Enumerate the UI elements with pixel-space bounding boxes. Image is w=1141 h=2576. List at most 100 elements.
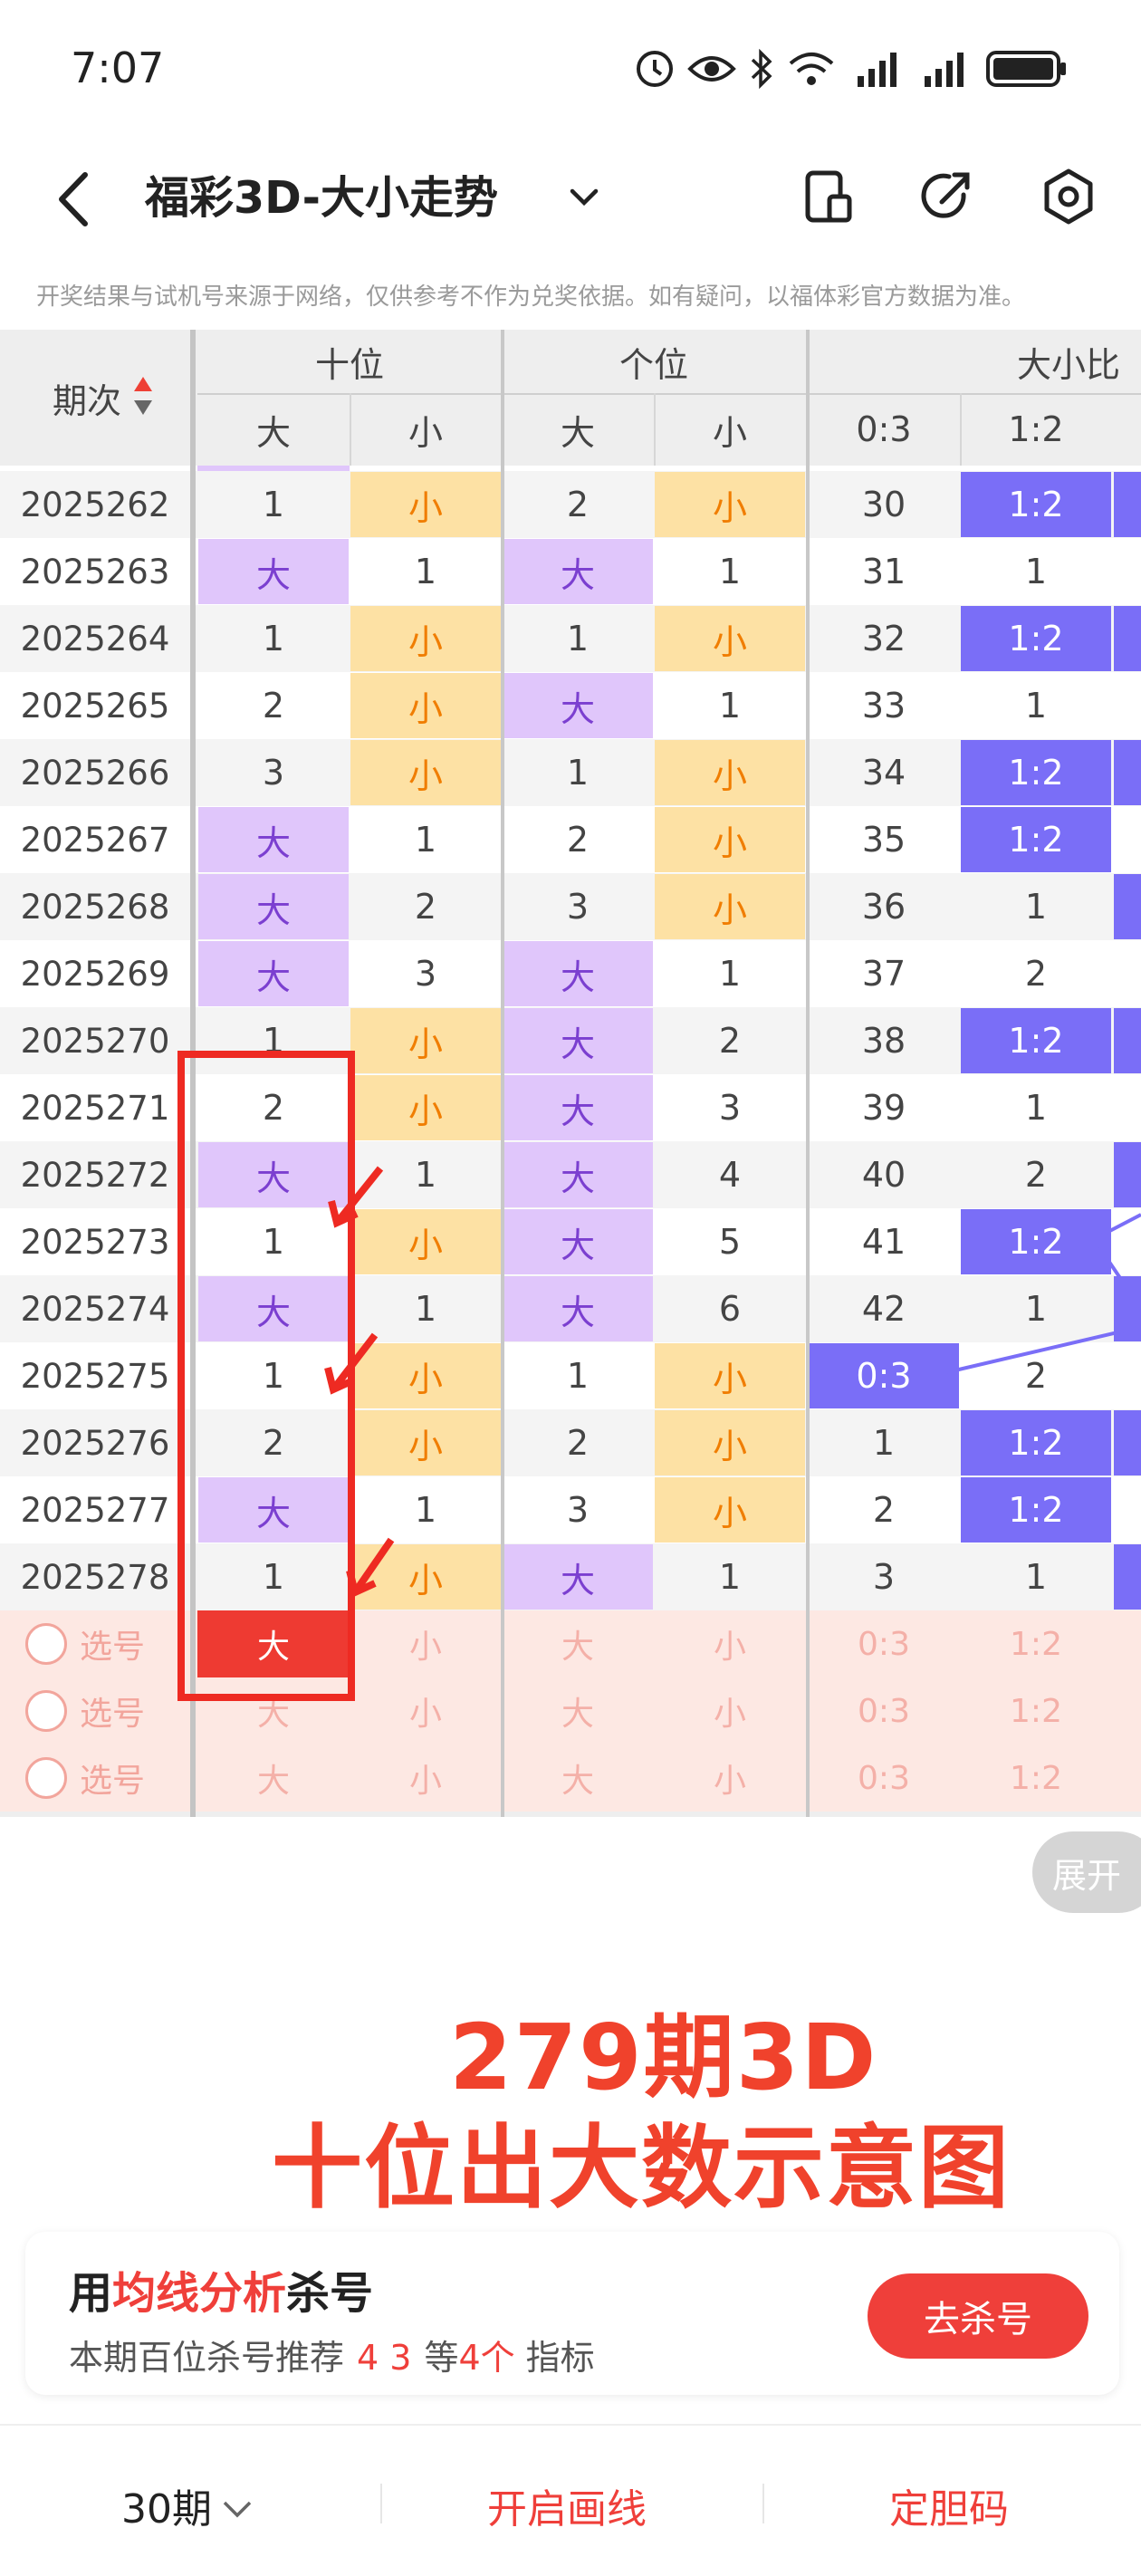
table-cell: 大	[198, 1276, 349, 1341]
column-header[interactable]: 1:2	[960, 393, 1112, 466]
share-icon[interactable]	[911, 160, 983, 233]
pick-cell[interactable]: 小	[350, 1677, 502, 1745]
table-cell: 1:2	[961, 606, 1111, 671]
cell-truncated	[1114, 1209, 1141, 1274]
table-cell: 39	[861, 1088, 906, 1128]
table-cell: 2	[262, 1423, 285, 1463]
footer-divider	[380, 2484, 382, 2523]
table-cell: 大	[198, 1142, 349, 1207]
pick-label[interactable]: 选号	[80, 1745, 179, 1812]
signal-icon	[922, 49, 971, 89]
promo-card[interactable]: 用均线分析杀号 本期百位杀号推荐 4 3 等4个 指标 去杀号	[25, 2232, 1119, 2395]
cell-truncated	[1114, 874, 1141, 939]
table-cell: 2	[1024, 1155, 1048, 1195]
kill-number-button[interactable]: 去杀号	[868, 2273, 1088, 2359]
table-cell: 38	[861, 1021, 906, 1061]
pick-cell[interactable]: 1:2	[960, 1745, 1112, 1812]
column-divider-thin	[960, 393, 962, 466]
pick-cell[interactable]: 0:3	[808, 1610, 960, 1677]
pick-cell[interactable]: 大	[502, 1610, 654, 1677]
disclaimer-text: 开奖结果与试机号来源于网络，仅供参考不作为兑奖依据。如有疑问，以福体彩官方数据为…	[36, 284, 1026, 311]
back-button[interactable]	[47, 168, 101, 231]
cell-truncated	[1114, 606, 1141, 671]
select-radio[interactable]	[25, 1623, 67, 1665]
phone-icon[interactable]	[793, 160, 866, 233]
cell-truncated	[1114, 472, 1141, 537]
pick-label[interactable]: 选号	[80, 1610, 179, 1677]
page-title[interactable]: 福彩3D-大小走势	[145, 162, 498, 226]
pick-cell[interactable]: 0:3	[808, 1745, 960, 1812]
settings-icon[interactable]	[1032, 160, 1105, 233]
pick-cell[interactable]: 大	[502, 1677, 654, 1745]
table-cell: 1	[262, 1222, 285, 1262]
pick-cell[interactable]: 1:2	[960, 1677, 1112, 1745]
column-header[interactable]: 大	[197, 393, 350, 466]
pick-cell[interactable]: 大	[197, 1745, 350, 1812]
period-selector[interactable]: 30期	[121, 2476, 255, 2534]
pick-cell[interactable]: 0:3	[808, 1677, 960, 1745]
chevron-down-icon[interactable]	[561, 175, 607, 220]
table-cell: 3	[872, 1557, 896, 1597]
table-cell: 1:2	[961, 1410, 1111, 1475]
table-cell: 1	[718, 954, 742, 994]
pick-cell[interactable]: 大	[197, 1610, 350, 1677]
table-cell: 37	[861, 954, 906, 994]
pick-cell[interactable]: 小	[654, 1677, 806, 1745]
promo-title-suffix: 杀号	[286, 2268, 374, 2319]
pick-cell[interactable]: 大	[502, 1745, 654, 1812]
footer-bar: 30期 开启画线 定胆码	[0, 2424, 1141, 2576]
column-header[interactable]: 大	[502, 393, 654, 466]
table-cell: 40	[861, 1155, 906, 1195]
promo-sub-count: 4个	[458, 2338, 515, 2378]
select-radio[interactable]	[25, 1757, 67, 1799]
table-cell: 1	[1024, 1557, 1048, 1597]
table-cell: 2	[1024, 1356, 1048, 1396]
promo-sub-numbers: 4 3	[357, 2338, 412, 2378]
group-header: 十位	[197, 1812, 502, 1817]
table-cell: 1	[566, 619, 590, 658]
column-header[interactable]: 0:3	[808, 393, 960, 466]
table-cell: 小	[350, 1209, 501, 1274]
period-header[interactable]: 期次	[0, 330, 190, 466]
group-header: 十位	[314, 344, 384, 385]
chevron-down-icon	[223, 2501, 252, 2518]
table-cell: 1	[718, 686, 742, 726]
table-cell: 1:2	[961, 740, 1111, 805]
table-cell: 35	[861, 820, 906, 860]
table-cell: 2	[872, 1490, 896, 1530]
table-cell: 小	[350, 606, 501, 671]
pick-cell[interactable]: 小	[350, 1745, 502, 1812]
pick-cell[interactable]: 小	[654, 1610, 806, 1677]
table-cell: 31	[861, 552, 906, 591]
fixed-code-button[interactable]: 定胆码	[889, 2476, 1009, 2534]
period-cell: 2025265	[20, 686, 170, 726]
table-cell: 小	[350, 472, 501, 537]
alarm-icon	[634, 49, 676, 89]
column-divider-thin	[654, 393, 656, 466]
select-radio[interactable]	[25, 1690, 67, 1732]
pick-cell[interactable]: 大	[197, 1677, 350, 1745]
table-cell: 小	[655, 606, 805, 671]
column-header[interactable]: 小	[654, 393, 806, 466]
table-cell: 30	[861, 485, 906, 524]
pick-label[interactable]: 选号	[80, 1677, 179, 1745]
column-header[interactable]: 小	[350, 393, 502, 466]
table-cell: 1	[1024, 1088, 1048, 1128]
sort-icon[interactable]	[132, 373, 154, 418]
pick-cell[interactable]: 小	[350, 1610, 502, 1677]
pick-cell[interactable]: 1:2	[960, 1610, 1112, 1677]
group-header: 个位	[618, 344, 688, 385]
table-cell: 1:2	[961, 1209, 1111, 1274]
pick-cell[interactable]: 小	[654, 1745, 806, 1812]
table-cell: 2	[262, 1088, 285, 1128]
draw-line-button[interactable]: 开启画线	[487, 2476, 647, 2534]
period-cell: 2025277	[20, 1490, 170, 1530]
cell-truncated	[1114, 1276, 1141, 1341]
period-cell: 2025268	[20, 887, 170, 927]
table-cell: 小	[350, 1075, 501, 1140]
table-cell: 大	[503, 1008, 653, 1073]
table-cell: 1	[872, 1423, 896, 1463]
expand-button[interactable]: 展开	[1032, 1831, 1141, 1913]
table-cell: 小	[350, 1343, 501, 1408]
column-divider	[501, 330, 504, 1817]
